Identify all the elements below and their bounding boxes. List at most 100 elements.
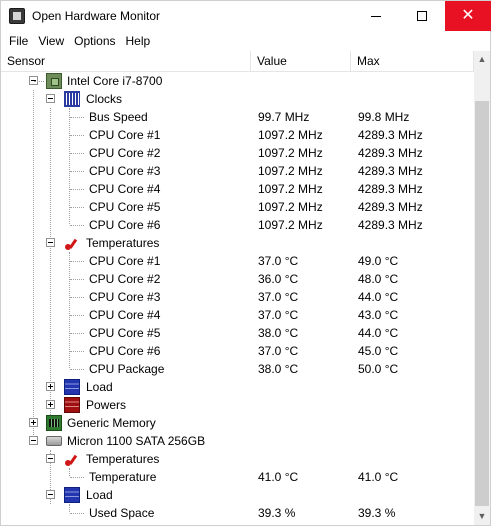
- tree-node-clocks[interactable]: Clocks: [1, 90, 474, 108]
- minimize-button[interactable]: [353, 1, 399, 31]
- sensor-row[interactable]: Bus Speed 99.7 MHz 99.8 MHz: [1, 108, 474, 126]
- expand-icon[interactable]: [29, 418, 38, 427]
- sensor-max: 99.8 MHz: [358, 110, 410, 124]
- collapse-icon[interactable]: [46, 454, 55, 463]
- node-label: Clocks: [86, 92, 123, 106]
- expand-icon[interactable]: [46, 382, 55, 391]
- sensor-row[interactable]: CPU Core #3 37.0 °C 44.0 °C: [1, 288, 474, 306]
- sensor-row[interactable]: CPU Core #1 1097.2 MHz 4289.3 MHz: [1, 126, 474, 144]
- column-header-sensor[interactable]: Sensor: [1, 51, 251, 72]
- vertical-scrollbar[interactable]: ▲ ▼: [474, 51, 490, 525]
- sensor-row[interactable]: Used Space 39.3 % 39.3 %: [1, 504, 474, 522]
- sensor-max: 48.0 °C: [358, 272, 399, 286]
- tree-line: [70, 477, 84, 478]
- sensor-row[interactable]: Temperature 41.0 °C 41.0 °C: [1, 468, 474, 486]
- column-header: Sensor Value Max: [1, 51, 490, 72]
- sensor-row[interactable]: CPU Core #5 38.0 °C 44.0 °C: [1, 324, 474, 342]
- sensor-row[interactable]: CPU Core #2 1097.2 MHz 4289.3 MHz: [1, 144, 474, 162]
- node-label: Load: [86, 380, 113, 394]
- column-header-max[interactable]: Max: [351, 51, 474, 72]
- collapse-icon[interactable]: [29, 436, 38, 445]
- sensor-label: Temperature: [89, 470, 157, 484]
- sensor-row[interactable]: CPU Core #4 37.0 °C 43.0 °C: [1, 306, 474, 324]
- sensor-value: 1097.2 MHz: [258, 218, 323, 232]
- sensor-value: 38.0 °C: [258, 326, 299, 340]
- tree-line: [70, 297, 84, 298]
- sensor-value: 36.0 °C: [258, 272, 299, 286]
- sensor-value: 38.0 °C: [258, 362, 299, 376]
- maximize-button[interactable]: [399, 1, 445, 31]
- sensor-value: 1097.2 MHz: [258, 164, 323, 178]
- close-button[interactable]: ✕: [445, 1, 491, 31]
- sensor-row[interactable]: CPU Core #1 37.0 °C 49.0 °C: [1, 252, 474, 270]
- sensor-row[interactable]: CPU Package 38.0 °C 50.0 °C: [1, 360, 474, 378]
- expand-icon[interactable]: [46, 400, 55, 409]
- sensor-max: 4289.3 MHz: [358, 218, 423, 232]
- sensor-row[interactable]: CPU Core #6 1097.2 MHz 4289.3 MHz: [1, 216, 474, 234]
- sensor-label: CPU Core #1: [89, 254, 161, 268]
- sensor-label: CPU Core #5: [89, 200, 161, 214]
- collapse-icon[interactable]: [46, 238, 55, 247]
- collapse-icon[interactable]: [46, 490, 55, 499]
- hard-drive-icon: [46, 436, 62, 446]
- sensor-value: 99.7 MHz: [258, 110, 310, 124]
- column-header-value[interactable]: Value: [251, 51, 351, 72]
- tree-node-disk[interactable]: Micron 1100 SATA 256GB: [1, 432, 474, 450]
- menu-bar: File View Options Help: [1, 31, 490, 51]
- tree-line: [70, 279, 84, 280]
- tree-node-memory[interactable]: Generic Memory: [1, 414, 474, 432]
- sensor-value: 1097.2 MHz: [258, 200, 323, 214]
- tree-line: [70, 189, 84, 190]
- sensor-value: 1097.2 MHz: [258, 128, 323, 142]
- sensor-row[interactable]: CPU Core #3 1097.2 MHz 4289.3 MHz: [1, 162, 474, 180]
- tree-node-disk-load[interactable]: Load: [1, 486, 474, 504]
- tree-line: [70, 315, 84, 316]
- sensor-row[interactable]: CPU Core #2 36.0 °C 48.0 °C: [1, 270, 474, 288]
- minimize-icon: [371, 15, 381, 17]
- tree-line: [70, 261, 84, 262]
- title-bar[interactable]: Open Hardware Monitor ✕: [1, 1, 491, 31]
- sensor-max: 4289.3 MHz: [358, 146, 423, 160]
- scroll-thumb[interactable]: [475, 101, 489, 506]
- tree-node-powers[interactable]: Powers: [1, 396, 474, 414]
- sensor-value: 39.3 %: [258, 506, 296, 520]
- sensor-max: 43.0 °C: [358, 308, 399, 322]
- sensor-row[interactable]: CPU Core #6 37.0 °C 45.0 °C: [1, 342, 474, 360]
- tree-node-temperatures[interactable]: Temperatures: [1, 234, 474, 252]
- sensor-max: 39.3 %: [358, 506, 396, 520]
- menu-view[interactable]: View: [33, 31, 69, 51]
- sensor-row[interactable]: CPU Core #5 1097.2 MHz 4289.3 MHz: [1, 198, 474, 216]
- sensor-row[interactable]: CPU Core #4 1097.2 MHz 4289.3 MHz: [1, 180, 474, 198]
- tree-line: [70, 513, 84, 514]
- tree-node-disk-temperatures[interactable]: Temperatures: [1, 450, 474, 468]
- tree-line: [70, 333, 84, 334]
- tree-node-load[interactable]: Load: [1, 378, 474, 396]
- sensor-label: CPU Core #3: [89, 164, 161, 178]
- scroll-down-arrow-icon[interactable]: ▼: [474, 508, 490, 525]
- load-icon: [64, 379, 80, 395]
- node-label: Temperatures: [86, 452, 160, 466]
- menu-help[interactable]: Help: [121, 31, 156, 51]
- scroll-up-arrow-icon[interactable]: ▲: [474, 51, 490, 68]
- sensor-label: CPU Core #4: [89, 308, 161, 322]
- close-icon: ✕: [461, 7, 475, 24]
- tree-line: [70, 117, 84, 118]
- tree-node-cpu[interactable]: Intel Core i7-8700: [1, 72, 474, 90]
- sensor-max: 49.0 °C: [358, 254, 399, 268]
- sensor-max: 50.0 °C: [358, 362, 399, 376]
- sensor-label: CPU Core #6: [89, 218, 161, 232]
- cpu-icon: [46, 73, 62, 89]
- sensor-max: 44.0 °C: [358, 326, 399, 340]
- tree-line: [70, 153, 84, 154]
- tree-line: [70, 135, 84, 136]
- sensor-max: 4289.3 MHz: [358, 128, 423, 142]
- collapse-icon[interactable]: [46, 94, 55, 103]
- tree-line: [34, 81, 44, 82]
- menu-file[interactable]: File: [4, 31, 33, 51]
- sensor-label: CPU Package: [89, 362, 165, 376]
- sensor-label: CPU Core #5: [89, 326, 161, 340]
- sensor-tree: Intel Core i7-8700 Clocks Bus Speed 99.7…: [1, 72, 474, 525]
- sensor-value: 37.0 °C: [258, 290, 299, 304]
- thermometer-icon: [64, 235, 80, 251]
- menu-options[interactable]: Options: [69, 31, 120, 51]
